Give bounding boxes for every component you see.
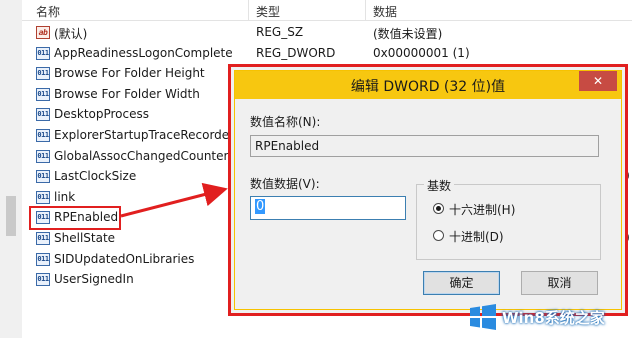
decimal-radio-label[interactable]: 十进制(D) <box>449 228 504 245</box>
cancel-button[interactable]: 取消 <box>521 271 598 295</box>
value-name-label: 数值名称(N): <box>250 115 321 129</box>
dialog-titlebar[interactable]: 编辑 DWORD (32 位)值 ✕ <box>235 71 621 99</box>
watermark: Win8系统之家 <box>468 297 632 338</box>
base-group <box>416 184 601 260</box>
edit-dword-dialog: 编辑 DWORD (32 位)值 ✕ 数值名称(N): RPEnabled 数值… <box>228 64 628 316</box>
ok-button[interactable]: 确定 <box>423 271 500 295</box>
value-data-text: 0 <box>255 199 266 214</box>
dialog-title: 编辑 DWORD (32 位)值 <box>350 79 506 95</box>
value-name-field: RPEnabled <box>250 135 599 157</box>
value-data-input[interactable]: 0 <box>250 196 406 220</box>
hex-radio[interactable] <box>433 203 444 214</box>
base-label: 基数 <box>424 177 455 194</box>
hex-radio-label[interactable]: 十六进制(H) <box>449 201 515 218</box>
close-icon: ✕ <box>592 74 604 88</box>
close-button[interactable]: ✕ <box>579 71 617 91</box>
windows-logo-icon <box>470 304 496 330</box>
decimal-radio[interactable] <box>433 230 444 241</box>
value-data-label: 数值数据(V): <box>250 177 320 191</box>
watermark-text: Win8系统之家 <box>502 309 605 327</box>
